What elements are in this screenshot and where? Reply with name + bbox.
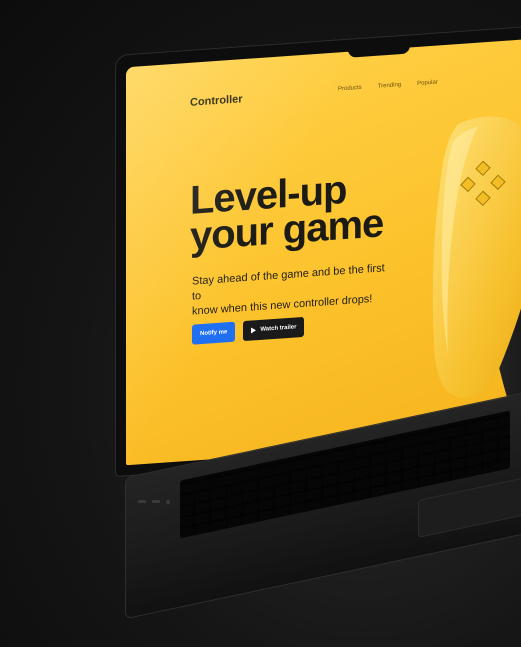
site-nav: Products Trending Popular [338, 79, 438, 92]
watch-trailer-button[interactable]: Watch trailer [243, 316, 305, 342]
hero-actions: Notify me Watch trailer [192, 316, 305, 345]
usb-port [152, 500, 160, 503]
watch-trailer-label: Watch trailer [260, 324, 297, 333]
site-brand[interactable]: Controller [190, 93, 243, 109]
audio-jack [166, 500, 170, 504]
side-ports [138, 500, 170, 504]
laptop-scene: Controller Products Trending Popular Lev… [0, 0, 521, 647]
nav-link-products[interactable]: Products [338, 85, 362, 93]
nav-link-popular[interactable]: Popular [417, 79, 438, 86]
notify-me-label: Notify me [200, 329, 228, 338]
hero-subtitle: Stay ahead of the game and be the first … [192, 261, 392, 320]
notify-me-button[interactable]: Notify me [192, 321, 236, 345]
hero-subtitle-line2: know when this new controller drops! [192, 293, 373, 318]
controller-illustration [432, 116, 521, 401]
nav-link-trending[interactable]: Trending [378, 82, 401, 90]
play-icon [251, 327, 257, 334]
hero-headline: Level-up your game [190, 167, 410, 259]
usb-port [138, 500, 146, 503]
laptop-screen: Controller Products Trending Popular Lev… [126, 35, 521, 466]
